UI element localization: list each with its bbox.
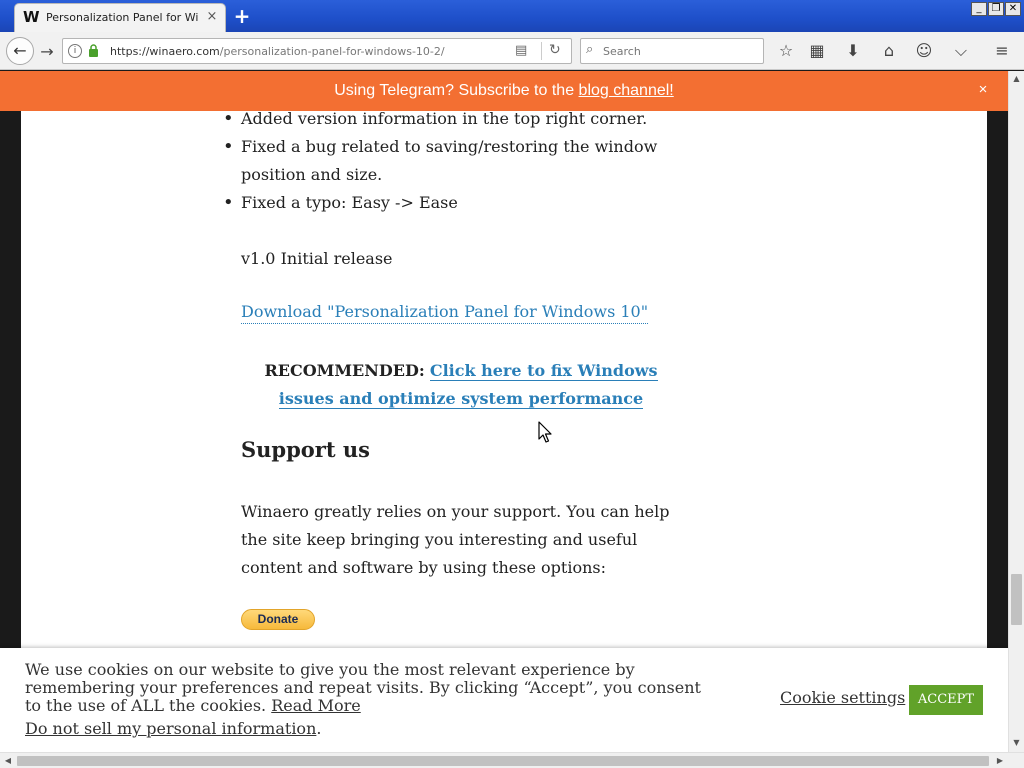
vertical-scrollbar[interactable]: ▲ ▼: [1008, 71, 1024, 752]
title-bar: W Personalization Panel for Win... × + _…: [0, 0, 1024, 32]
blog-channel-link[interactable]: blog channel!: [579, 82, 674, 99]
notification-message: Using Telegram? Subscribe to the blog ch…: [0, 82, 1008, 100]
accept-button[interactable]: ACCEPT: [909, 685, 983, 715]
recommended-label: RECOMMENDED:: [264, 361, 425, 380]
horizontal-scroll-thumb[interactable]: [17, 756, 989, 766]
notification-close-icon[interactable]: ×: [974, 81, 992, 101]
changelog-item: Fixed a typo: Easy -> Ease: [219, 189, 659, 217]
mouse-cursor-icon: [538, 421, 552, 443]
navigation-toolbar: ← → i https://winaero.com/personalizatio…: [0, 32, 1024, 70]
cookie-settings-link[interactable]: Cookie settings: [780, 688, 905, 707]
tab-title: Personalization Panel for Win...: [46, 11, 198, 24]
pocket-icon[interactable]: ⌵: [949, 40, 973, 62]
url-bar[interactable]: i https://winaero.com/personalization-pa…: [62, 38, 572, 64]
search-input[interactable]: [603, 43, 753, 59]
reload-icon[interactable]: ↻: [549, 42, 566, 60]
notification-text: Using Telegram? Subscribe to the: [334, 82, 575, 99]
scroll-up-icon[interactable]: ▲: [1009, 71, 1024, 87]
url-text[interactable]: https://winaero.com/personalization-pane…: [110, 45, 445, 58]
url-separator: [541, 42, 542, 60]
info-icon[interactable]: i: [68, 44, 82, 58]
scroll-right-icon[interactable]: ▶: [992, 753, 1008, 768]
vertical-scroll-thumb[interactable]: [1011, 574, 1022, 625]
forward-icon[interactable]: →: [36, 41, 58, 63]
page-margin-right: [987, 111, 1008, 648]
telegram-notification-bar: Using Telegram? Subscribe to the blog ch…: [0, 71, 1008, 111]
release-note: v1.0 Initial release: [241, 249, 393, 268]
back-icon[interactable]: ←: [6, 37, 34, 65]
url-host: https://winaero.com: [110, 45, 220, 58]
download-link[interactable]: Download "Personalization Panel for Wind…: [241, 301, 649, 324]
cookie-consent-bar: We use cookies on our website to give yo…: [0, 648, 1008, 752]
reader-icon[interactable]: ▤: [515, 43, 532, 59]
search-icon: ⌕: [586, 42, 594, 57]
new-tab-button[interactable]: +: [231, 4, 253, 28]
read-more-link[interactable]: Read More: [271, 696, 361, 715]
lock-icon: [89, 44, 98, 57]
scroll-left-icon[interactable]: ◀: [0, 753, 16, 768]
do-not-sell-link[interactable]: Do not sell my personal information: [25, 719, 316, 738]
download-icon[interactable]: ⬇: [841, 40, 865, 62]
restore-button[interactable]: ❐: [988, 2, 1004, 16]
tab-close-icon[interactable]: ×: [203, 7, 221, 27]
changelog-item: Fixed a bug related to saving/restoring …: [219, 133, 659, 189]
scroll-down-icon[interactable]: ▼: [1009, 735, 1024, 751]
do-not-sell-line: Do not sell my personal information.: [25, 719, 321, 738]
support-paragraph: Winaero greatly relies on your support. …: [241, 502, 670, 577]
bookmark-star-icon[interactable]: ☆: [774, 40, 798, 62]
donate-button[interactable]: Donate: [241, 609, 315, 630]
close-window-button[interactable]: ✕: [1005, 2, 1021, 16]
home-icon[interactable]: ⌂: [877, 40, 901, 62]
smiley-icon[interactable]: ☺: [912, 40, 936, 62]
favicon-icon: W: [23, 8, 40, 26]
support-heading: Support us: [241, 437, 370, 462]
page-margin-left: [0, 111, 21, 648]
cookie-text: We use cookies on our website to give yo…: [25, 660, 701, 715]
do-not-sell-suffix: .: [316, 719, 322, 738]
menu-icon[interactable]: ≡: [990, 40, 1014, 62]
recommended-block: RECOMMENDED: Click here to fix Windows i…: [241, 357, 681, 413]
url-path: /personalization-panel-for-windows-10-2/: [219, 45, 445, 58]
search-bar[interactable]: ⌕: [580, 38, 764, 64]
minimize-button[interactable]: _: [971, 2, 987, 16]
article-content: Added version information in the top rig…: [21, 111, 987, 648]
library-icon[interactable]: ▦: [805, 40, 829, 62]
browser-tab[interactable]: W Personalization Panel for Win... ×: [14, 3, 226, 32]
cookie-message: We use cookies on our website to give yo…: [25, 661, 715, 715]
changelog-list: Added version information in the top rig…: [219, 111, 659, 217]
horizontal-scrollbar[interactable]: ◀ ▶: [0, 752, 1024, 768]
changelog-item: Added version information in the top rig…: [219, 111, 659, 133]
